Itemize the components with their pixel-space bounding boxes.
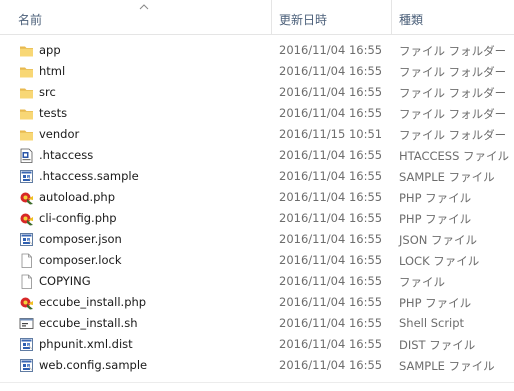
file-type: ファイル フォルダー: [399, 128, 507, 142]
file-name[interactable]: eccube_install.php: [39, 295, 146, 309]
file-name[interactable]: tests: [39, 106, 67, 120]
file-name[interactable]: vendor: [39, 127, 79, 141]
folder-icon: [19, 109, 34, 120]
file-modified-date: 2016/11/04 16:55: [279, 253, 383, 267]
column-divider[interactable]: [271, 0, 272, 34]
file-type: DIST ファイル: [399, 338, 476, 352]
blank-file-icon: [21, 274, 32, 289]
file-type: ファイル フォルダー: [399, 107, 507, 121]
file-name[interactable]: composer.json: [39, 232, 122, 246]
folder-icon: [19, 46, 34, 57]
file-row[interactable]: html 2016/11/04 16:55 ファイル フォルダー: [0, 61, 514, 82]
file-name[interactable]: .htaccess: [39, 148, 93, 162]
file-type: ファイル フォルダー: [399, 86, 507, 100]
blank-file-icon: [21, 253, 32, 268]
column-header-name[interactable]: 名前: [18, 11, 42, 28]
generic-app-file-icon: [20, 338, 33, 351]
file-row[interactable]: COPYING 2016/11/04 16:55 ファイル: [0, 271, 514, 292]
file-name[interactable]: src: [39, 85, 56, 99]
file-row[interactable]: src 2016/11/04 16:55 ファイル フォルダー: [0, 82, 514, 103]
file-row[interactable]: web.config.sample 2016/11/04 16:55 SAMPLE …: [0, 355, 514, 376]
file-name[interactable]: web.config.sample: [39, 358, 147, 372]
file-modified-date: 2016/11/04 16:55: [279, 232, 383, 246]
file-modified-date: 2016/11/04 16:55: [279, 169, 383, 183]
file-type: LOCK ファイル: [399, 254, 480, 268]
file-row[interactable]: composer.json 2016/11/04 16:55 JSON ファイル: [0, 229, 514, 250]
file-name[interactable]: eccube_install.sh: [39, 316, 138, 330]
file-row[interactable]: tests 2016/11/04 16:55 ファイル フォルダー: [0, 103, 514, 124]
file-modified-date: 2016/11/04 16:55: [279, 106, 383, 120]
file-modified-date: 2016/11/04 16:55: [279, 274, 383, 288]
file-row[interactable]: eccube_install.sh 2016/11/04 16:55 Shell S…: [0, 313, 514, 334]
sort-ascending-icon[interactable]: [139, 4, 149, 10]
shell-script-icon: [19, 318, 34, 329]
file-row[interactable]: phpunit.xml.dist 2016/11/04 16:55 DIST ファイ…: [0, 334, 514, 355]
php-file-icon: [20, 192, 33, 205]
column-divider[interactable]: [391, 0, 392, 34]
file-row[interactable]: autoload.php 2016/11/04 16:55 PHP ファイル: [0, 187, 514, 208]
file-modified-date: 2016/11/04 16:55: [279, 190, 383, 204]
file-type: Shell Script: [399, 316, 465, 330]
file-row[interactable]: eccube_install.php 2016/11/04 16:55 PHP ファ…: [0, 292, 514, 313]
file-row[interactable]: .htaccess.sample 2016/11/04 16:55 SAMPLE フ…: [0, 166, 514, 187]
file-type: PHP ファイル: [399, 191, 472, 205]
file-name[interactable]: cli-config.php: [39, 211, 117, 225]
file-name[interactable]: COPYING: [39, 274, 91, 288]
generic-app-file-icon: [20, 170, 33, 183]
column-header-date[interactable]: 更新日時: [279, 11, 327, 28]
file-type: SAMPLE ファイル: [399, 359, 495, 373]
column-header-bar: 名前 更新日時 種類: [0, 0, 514, 35]
file-name[interactable]: app: [39, 43, 61, 57]
folder-icon: [19, 130, 34, 141]
file-modified-date: 2016/11/04 16:55: [279, 211, 383, 225]
file-name[interactable]: phpunit.xml.dist: [39, 337, 133, 351]
file-row[interactable]: app 2016/11/04 16:55 ファイル フォルダー: [0, 40, 514, 61]
folder-icon: [19, 67, 34, 78]
file-type: HTACCESS ファイル: [399, 149, 510, 163]
file-modified-date: 2016/11/04 16:55: [279, 64, 383, 78]
generic-app-file-icon: [20, 233, 33, 246]
generic-app-file-icon: [20, 359, 33, 372]
file-name[interactable]: autoload.php: [39, 190, 115, 204]
file-modified-date: 2016/11/04 16:55: [279, 85, 383, 99]
file-modified-date: 2016/11/04 16:55: [279, 358, 383, 372]
file-name[interactable]: html: [39, 64, 65, 78]
file-type: JSON ファイル: [399, 233, 478, 247]
php-file-icon: [20, 213, 33, 226]
file-row[interactable]: vendor 2016/11/15 10:51 ファイル フォルダー: [0, 124, 514, 145]
file-modified-date: 2016/11/04 16:55: [279, 316, 383, 330]
file-modified-date: 2016/11/04 16:55: [279, 337, 383, 351]
column-header-type[interactable]: 種類: [399, 11, 423, 28]
file-modified-date: 2016/11/04 16:55: [279, 148, 383, 162]
file-modified-date: 2016/11/15 10:51: [279, 127, 383, 141]
file-modified-date: 2016/11/04 16:55: [279, 43, 383, 57]
file-modified-date: 2016/11/04 16:55: [279, 295, 383, 309]
file-type: ファイル フォルダー: [399, 65, 507, 79]
file-type: PHP ファイル: [399, 212, 472, 226]
folder-icon: [19, 88, 34, 99]
php-file-icon: [20, 297, 33, 310]
htaccess-file-icon: [20, 148, 33, 163]
file-row[interactable]: .htaccess 2016/11/04 16:55 HTACCESS ファイル: [0, 145, 514, 166]
list-bottom-divider: [0, 382, 514, 383]
file-type: ファイル: [399, 275, 445, 289]
file-name[interactable]: composer.lock: [39, 253, 122, 267]
file-type: ファイル フォルダー: [399, 44, 507, 58]
file-type: SAMPLE ファイル: [399, 170, 495, 184]
file-name[interactable]: .htaccess.sample: [39, 169, 139, 183]
file-row[interactable]: cli-config.php 2016/11/04 16:55 PHP ファイル: [0, 208, 514, 229]
file-type: PHP ファイル: [399, 296, 472, 310]
file-row[interactable]: composer.lock 2016/11/04 16:55 LOCK ファイル: [0, 250, 514, 271]
